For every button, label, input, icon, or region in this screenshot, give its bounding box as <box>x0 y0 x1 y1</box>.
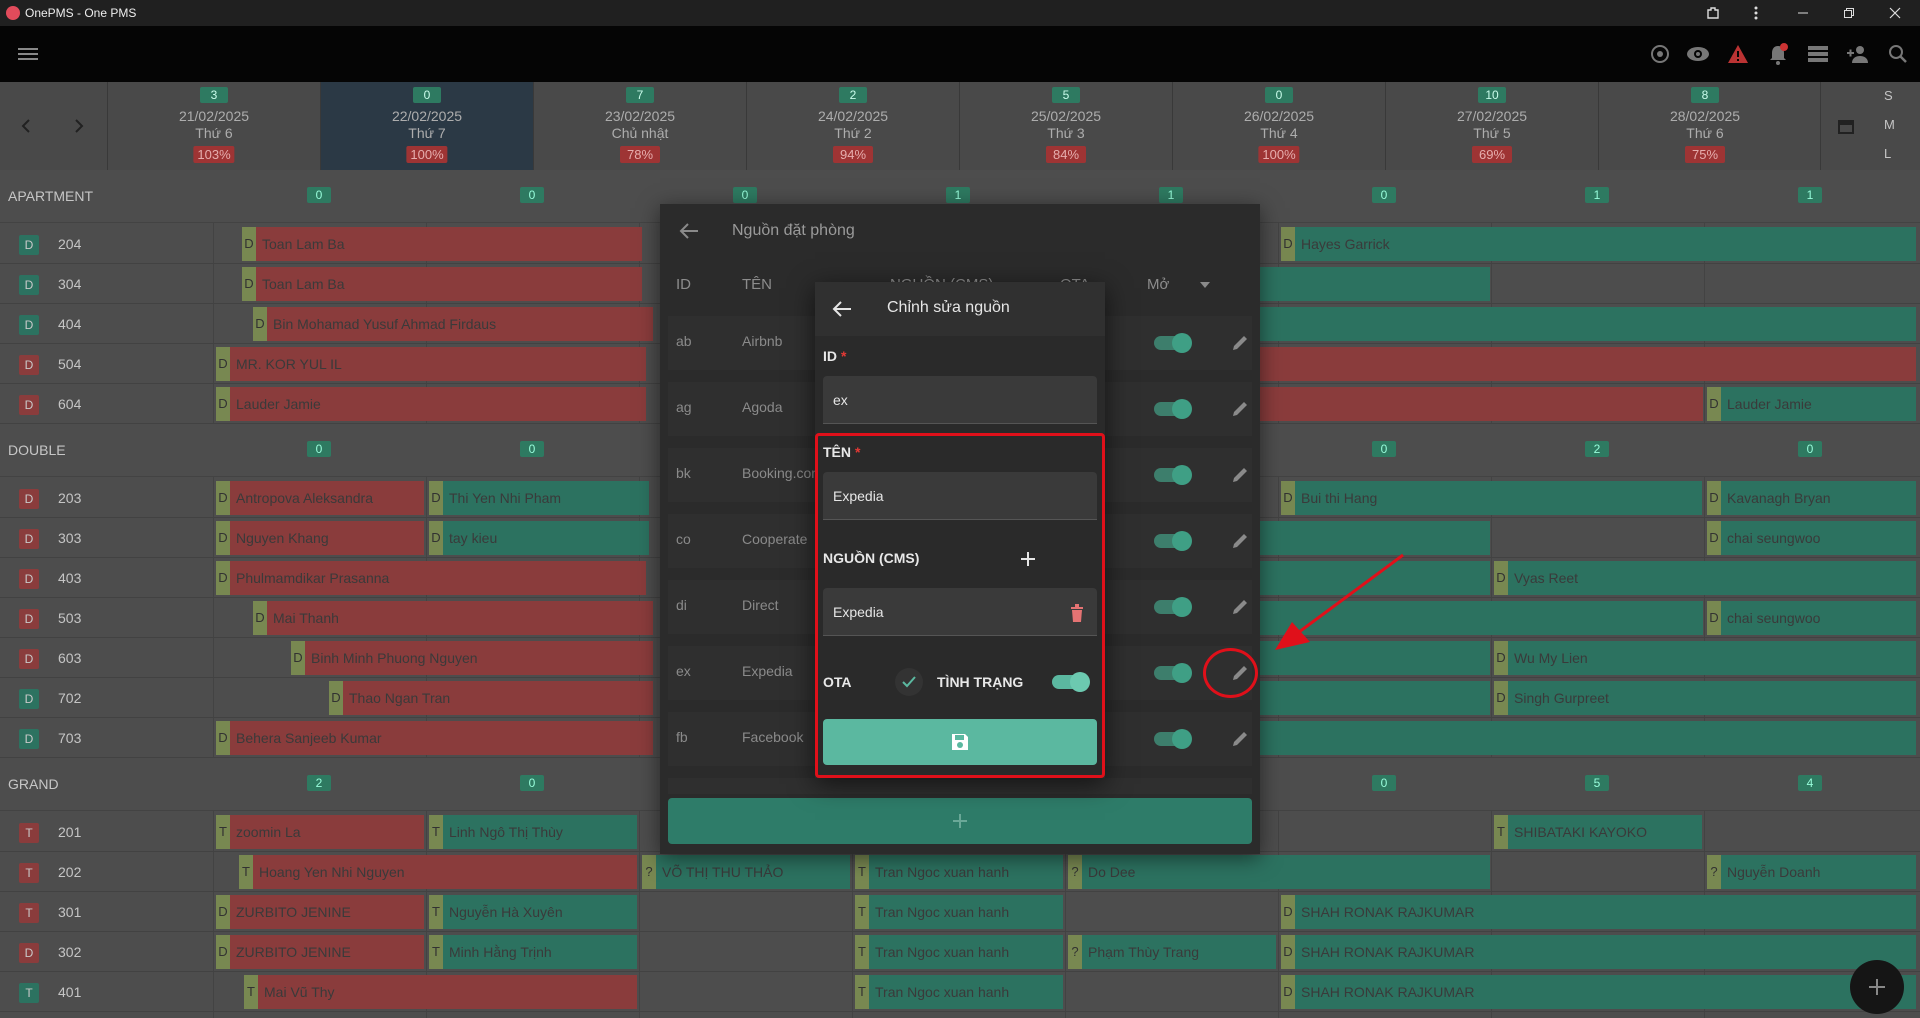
sort-dropdown-icon[interactable] <box>1200 282 1210 288</box>
source-id: ab <box>676 333 692 349</box>
minimize-button[interactable] <box>1780 0 1826 26</box>
close-window-button[interactable] <box>1872 0 1918 26</box>
edit-pencil-icon[interactable] <box>1228 397 1252 421</box>
window-titlebar: OnePMS - One PMS <box>0 0 1920 26</box>
plus-icon <box>953 814 967 828</box>
edit-pencil-icon[interactable] <box>1228 727 1252 751</box>
source-id: ex <box>676 663 691 679</box>
globe-icon[interactable] <box>1648 42 1672 66</box>
dialog-title: Chỉnh sửa nguồn <box>887 299 1010 316</box>
app-toolbar <box>0 26 1920 82</box>
source-toggle[interactable] <box>1154 597 1192 617</box>
more-vert-icon[interactable] <box>1733 0 1779 26</box>
column-header-open[interactable]: Mở <box>1147 276 1169 293</box>
source-toggle[interactable] <box>1154 663 1192 683</box>
edit-pencil-icon[interactable] <box>1228 529 1252 553</box>
plus-icon <box>1869 979 1885 995</box>
eye-icon[interactable] <box>1686 42 1710 66</box>
warning-icon[interactable] <box>1726 42 1750 66</box>
panel-header: Nguồn đặt phòng <box>660 204 1260 260</box>
dialog-header: Chỉnh sửa nguồn <box>815 282 1105 336</box>
bell-icon[interactable] <box>1766 42 1790 66</box>
edit-pencil-icon[interactable] <box>1228 331 1252 355</box>
source-toggle[interactable] <box>1154 729 1192 749</box>
column-header-id: ID <box>676 276 691 293</box>
highlight-box <box>815 433 1105 778</box>
panel-title: Nguồn đặt phòng <box>732 222 855 239</box>
source-name: Booking.com <box>742 465 822 481</box>
source-name: Agoda <box>742 399 783 415</box>
source-id: ag <box>676 399 692 415</box>
id-label: ID * <box>823 348 847 364</box>
back-arrow-icon[interactable] <box>831 298 853 320</box>
add-fab-button[interactable] <box>1850 960 1904 1014</box>
annotation-arrow <box>1275 553 1404 650</box>
highlight-circle <box>1203 648 1258 698</box>
source-toggle[interactable] <box>1154 399 1192 419</box>
source-id: fb <box>676 729 688 745</box>
menu-icon[interactable] <box>16 42 40 66</box>
source-id: bk <box>676 465 691 481</box>
id-field[interactable] <box>823 376 1097 424</box>
source-name: Airbnb <box>742 333 783 349</box>
list-icon[interactable] <box>1806 42 1830 66</box>
source-name: Expedia <box>742 663 793 679</box>
window-title: OnePMS - One PMS <box>25 6 137 20</box>
extensions-icon[interactable] <box>1690 0 1736 26</box>
add-user-icon[interactable] <box>1846 42 1870 66</box>
back-arrow-icon[interactable] <box>678 220 700 242</box>
search-icon[interactable] <box>1886 42 1910 66</box>
edit-pencil-icon[interactable] <box>1228 595 1252 619</box>
edit-pencil-icon[interactable] <box>1228 463 1252 487</box>
column-header-name: TÊN <box>742 276 772 293</box>
source-toggle[interactable] <box>1154 531 1192 551</box>
source-name: Direct <box>742 597 779 613</box>
source-toggle[interactable] <box>1154 465 1192 485</box>
add-source-button[interactable] <box>668 798 1252 844</box>
source-id: di <box>676 597 687 613</box>
app-logo <box>6 6 20 20</box>
source-id: co <box>676 531 691 547</box>
source-row-partial <box>668 778 1252 794</box>
source-name: Cooperate <box>742 531 808 547</box>
restore-button[interactable] <box>1826 0 1872 26</box>
source-name: Facebook <box>742 729 804 745</box>
source-toggle[interactable] <box>1154 333 1192 353</box>
